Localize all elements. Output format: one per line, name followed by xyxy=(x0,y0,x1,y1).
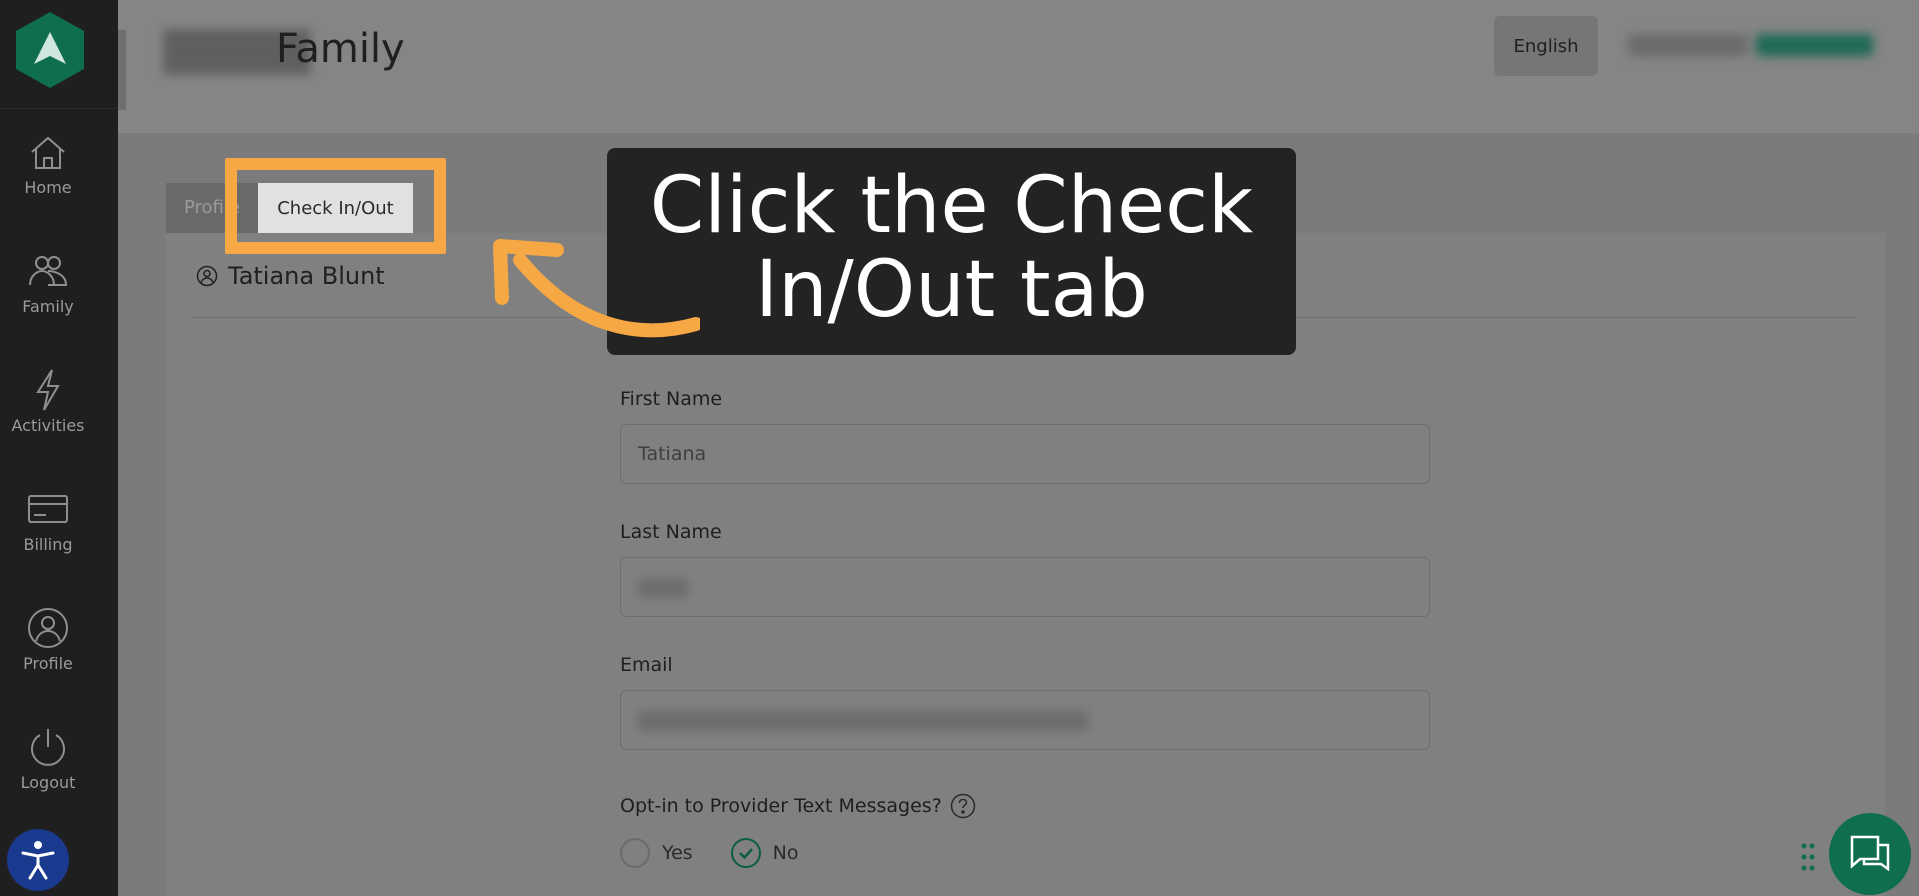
optin-yes-label: Yes xyxy=(662,842,693,864)
sidebar-item-activities[interactable]: Activities xyxy=(0,368,96,435)
first-name-field[interactable]: Tatiana xyxy=(620,424,1430,484)
chat-icon xyxy=(1850,835,1890,872)
sidebar-item-profile[interactable]: Profile xyxy=(0,606,96,673)
lightning-icon xyxy=(36,369,60,411)
user-icon xyxy=(28,608,68,648)
email-value-blurred xyxy=(638,711,1088,731)
app-logo-icon[interactable] xyxy=(14,10,86,90)
sidebar-item-family[interactable]: Family xyxy=(0,249,96,316)
optin-no-label: No xyxy=(772,842,799,864)
tutorial-tooltip: Click the Check In/Out tab xyxy=(607,148,1296,355)
tooltip-line-1: Click the Check xyxy=(649,161,1254,251)
email-label: Email xyxy=(620,654,673,676)
sidebar-item-label: Activities xyxy=(11,416,85,435)
sidebar-item-billing[interactable]: Billing xyxy=(0,487,96,554)
home-icon xyxy=(31,136,65,169)
credit-card-icon xyxy=(28,495,68,523)
sidebar-item-label: Profile xyxy=(23,654,73,673)
help-icon[interactable] xyxy=(950,793,976,819)
last-name-value-blurred xyxy=(638,578,688,598)
sidebar-item-logout[interactable]: Logout xyxy=(0,725,96,792)
logged-in-user-blurred xyxy=(1628,34,1873,56)
sidebar: Home Family Activities Billing Profile L… xyxy=(0,0,118,896)
first-name-value: Tatiana xyxy=(638,443,707,465)
sidebar-item-label: Home xyxy=(24,178,72,197)
checkmark-icon xyxy=(738,848,753,860)
person-header: Tatiana Blunt xyxy=(196,262,385,290)
sidebar-item-label: Billing xyxy=(23,535,73,554)
optin-yes-radio[interactable] xyxy=(620,838,650,868)
optin-no-radio[interactable] xyxy=(730,838,761,868)
sidebar-item-home[interactable]: Home xyxy=(0,130,96,197)
optin-label-text: Opt-in to Provider Text Messages? xyxy=(620,795,942,817)
email-field[interactable] xyxy=(620,690,1430,750)
sidebar-item-label: Family xyxy=(22,297,74,316)
chat-button[interactable] xyxy=(1829,813,1911,895)
user-icon xyxy=(196,265,218,287)
sidebar-item-label: Logout xyxy=(20,773,76,792)
accessibility-icon xyxy=(21,841,55,880)
accessibility-button[interactable] xyxy=(7,829,69,891)
optin-radio-group: Yes No xyxy=(620,838,799,868)
first-name-label: First Name xyxy=(620,388,723,410)
tooltip-line-2: In/Out tab xyxy=(755,245,1148,335)
sidebar-divider xyxy=(0,108,118,109)
curved-arrow-icon xyxy=(493,239,700,338)
last-name-label: Last Name xyxy=(620,521,722,543)
page-title: Family xyxy=(276,26,405,72)
drag-handle-icon[interactable] xyxy=(1800,842,1816,872)
tab-highlight-box xyxy=(225,158,446,254)
family-icon xyxy=(29,256,68,286)
language-button[interactable]: English xyxy=(1494,16,1598,76)
optin-label: Opt-in to Provider Text Messages? xyxy=(620,793,976,819)
person-name: Tatiana Blunt xyxy=(228,262,385,290)
last-name-field[interactable] xyxy=(620,557,1430,617)
power-icon xyxy=(31,729,65,766)
header-accent-bar xyxy=(118,30,126,110)
